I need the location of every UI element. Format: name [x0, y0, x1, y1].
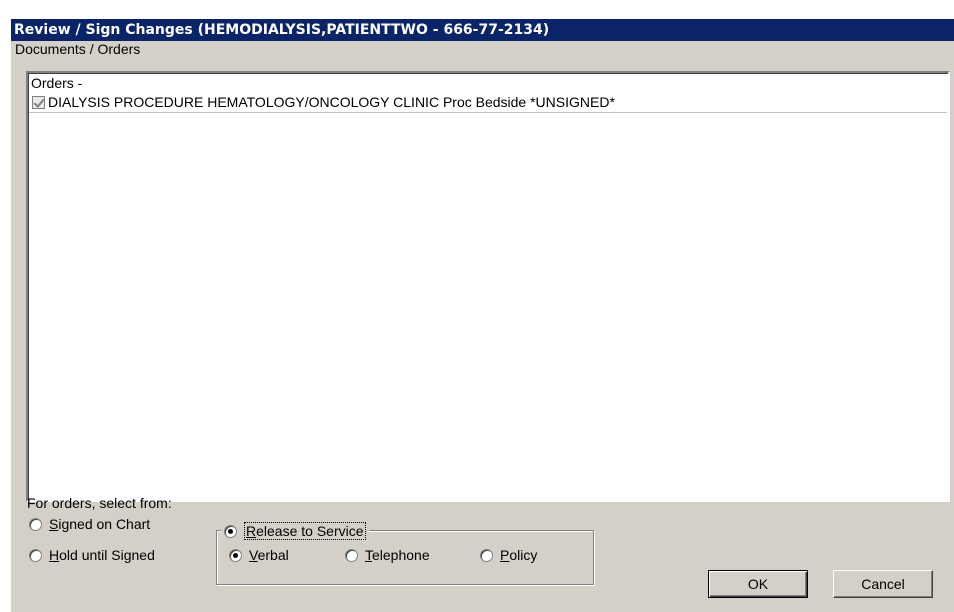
signed-on-chart-label: Signed on Chart: [49, 516, 151, 532]
radio-off-icon: [345, 548, 358, 562]
policy-radio[interactable]: Policy: [480, 546, 537, 564]
checkbox-checked-icon[interactable]: [32, 95, 45, 109]
release-to-service-label: Release to Service: [244, 522, 366, 540]
radio-on-icon: [224, 524, 237, 538]
list-item[interactable]: DIALYSIS PROCEDURE HEMATOLOGY/ONCOLOGY C…: [29, 92, 947, 113]
orders-listbox[interactable]: Orders - DIALYSIS PROCEDURE HEMATOLOGY/O…: [26, 71, 950, 502]
signed-on-chart-radio[interactable]: Signed on Chart: [29, 515, 150, 533]
release-to-service-radio[interactable]: Release to Service: [221, 522, 369, 540]
verbal-radio[interactable]: Verbal: [229, 546, 289, 564]
radio-off-icon: [29, 517, 42, 531]
radio-on-icon: [229, 548, 242, 562]
order-item-label: DIALYSIS PROCEDURE HEMATOLOGY/ONCOLOGY C…: [48, 94, 615, 110]
radio-off-icon: [480, 548, 493, 562]
dialog-title: Review / Sign Changes (HEMODIALYSIS,PATI…: [11, 19, 954, 41]
telephone-radio[interactable]: Telephone: [345, 546, 430, 564]
policy-label: Policy: [500, 547, 538, 563]
hold-until-signed-radio[interactable]: Hold until Signed: [29, 546, 155, 564]
hold-until-signed-label: Hold until Signed: [49, 547, 155, 563]
review-sign-dialog: Review / Sign Changes (HEMODIALYSIS,PATI…: [11, 19, 954, 612]
telephone-label: Telephone: [365, 547, 430, 563]
for-orders-prompt: For orders, select from:: [27, 495, 172, 511]
verbal-label: Verbal: [249, 547, 289, 563]
documents-orders-label: Documents / Orders: [15, 41, 141, 57]
orders-group-header: Orders -: [31, 75, 83, 91]
ok-button[interactable]: OK: [708, 570, 808, 598]
radio-off-icon: [29, 548, 42, 562]
cancel-button[interactable]: Cancel: [833, 570, 933, 598]
